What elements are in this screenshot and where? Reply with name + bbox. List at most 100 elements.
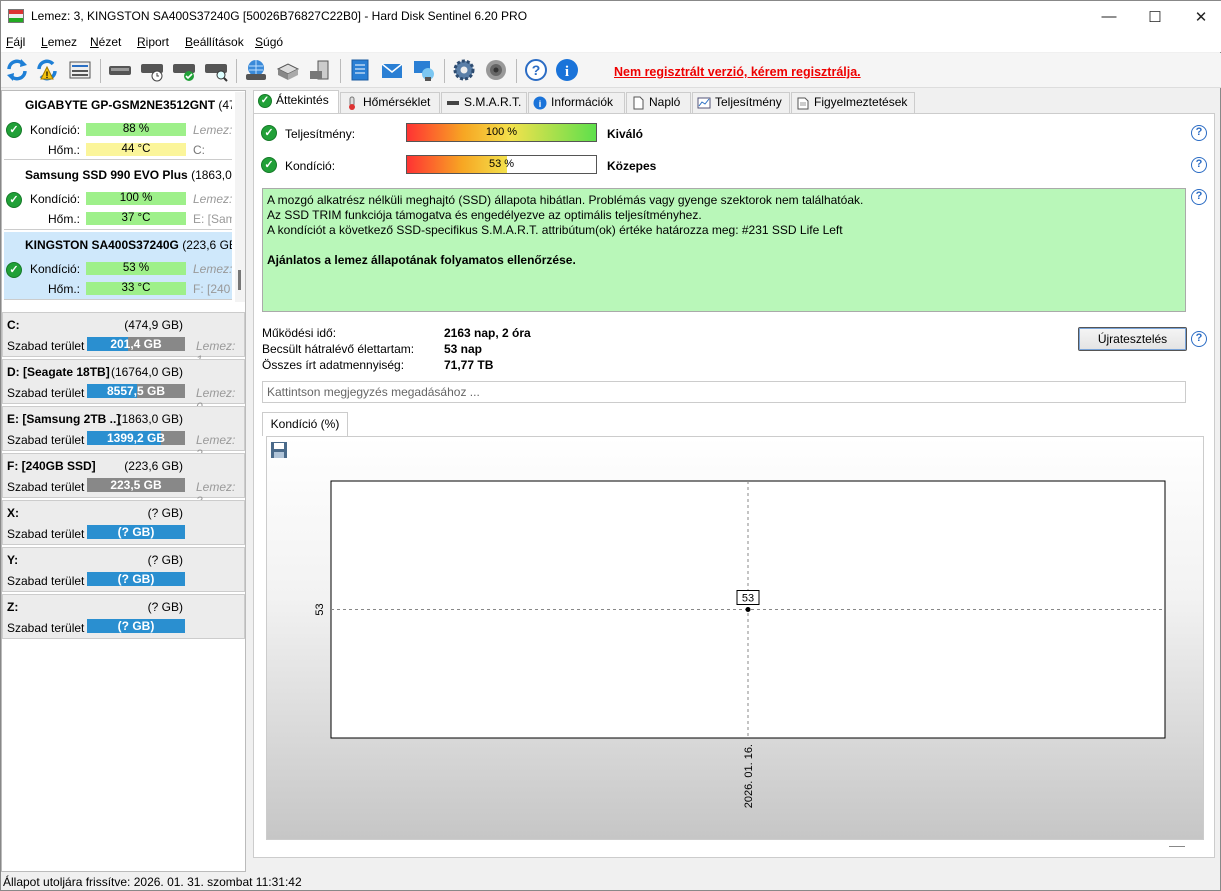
temp-bar: 37 °C (86, 212, 186, 225)
menu-bar: Fájl Lemez Nézet Riport Beállítások Súgó (1, 32, 1221, 52)
tab-temperature[interactable]: Hőmérséklet (340, 92, 440, 113)
condition-bar: 100 % (86, 192, 186, 205)
volume-name: Y: (7, 553, 19, 567)
help-icon[interactable]: ? (1191, 331, 1207, 347)
tab-smart[interactable]: S.M.A.R.T. (441, 92, 527, 113)
tab-overview[interactable]: ✓ Áttekintés (253, 90, 339, 114)
free-space-label: Szabad terület (7, 339, 85, 353)
free-space-bar: 223,5 GB (87, 478, 185, 492)
network-disk-icon[interactable] (275, 57, 301, 83)
condition-label: Kondíció: (30, 262, 81, 276)
menu-report[interactable]: Riport (137, 35, 169, 49)
advice-text: Ajánlatos a lemez állapotának folyamatos… (267, 253, 576, 267)
lifetime-value: 53 nap (444, 342, 483, 356)
ok-check-icon: ✓ (261, 125, 277, 141)
info-icon: i (533, 96, 547, 110)
condition-label: Kondíció: (30, 123, 81, 137)
retest-button[interactable]: Újratesztelés (1078, 327, 1187, 351)
ok-check-icon: ✓ (258, 94, 272, 108)
toolbar: ! ? i Nem regisztrált verzió, kérem regi… (1, 53, 1221, 88)
help-icon[interactable]: ? (1191, 157, 1207, 173)
refresh-warning-icon[interactable]: ! (34, 57, 60, 83)
svg-text:i: i (565, 64, 569, 80)
uptime-value: 2163 nap, 2 óra (444, 326, 531, 340)
document-icon (633, 96, 644, 110)
notepad-icon[interactable] (347, 57, 373, 83)
menu-help[interactable]: Súgó (255, 35, 283, 49)
volume-name: X: (7, 506, 19, 520)
menu-settings[interactable]: Beállítások (185, 35, 244, 49)
disk-ok-icon[interactable] (171, 57, 197, 83)
disk-list-icon[interactable] (67, 57, 93, 83)
status-bar-text: Állapot utoljára frissítve: 2026. 01. 31… (3, 875, 302, 889)
free-space-bar: (? GB) (87, 525, 185, 539)
free-space-label: Szabad terület (7, 386, 85, 400)
condition-chart: 53 53 2026. 01. 16. (314, 480, 1166, 808)
volume-item[interactable]: Z: (? GB) Szabad terület (? GB) (2, 594, 245, 639)
scrollbar-thumb[interactable] (238, 270, 241, 290)
disk-test-icon[interactable] (107, 57, 133, 83)
note-input[interactable]: Kattintson megjegyzés megadásához ... (262, 381, 1186, 403)
disk-list-scrollbar[interactable] (235, 92, 245, 302)
tab-performance[interactable]: Teljesítmény (692, 92, 790, 113)
menu-view[interactable]: Nézet (90, 35, 121, 49)
help-icon[interactable]: ? (1191, 189, 1207, 205)
tab-alerts[interactable]: Figyelmeztetések (791, 92, 915, 113)
maximize-button[interactable]: ☐ (1132, 1, 1178, 32)
tab-log[interactable]: Napló (626, 92, 691, 113)
globe-disk-icon[interactable] (243, 57, 269, 83)
disk-list: GIGABYTE GP-GSM2NE3512GNT (47 ✓ Kondíció… (4, 92, 245, 302)
free-space-label: Szabad terület (7, 621, 85, 635)
menu-file[interactable]: Fájl (6, 35, 25, 49)
volume-item[interactable]: Y: (? GB) Szabad terület (? GB) (2, 547, 245, 592)
info-icon[interactable]: i (554, 57, 580, 83)
refresh-icon[interactable] (4, 57, 30, 83)
disk-item-gigabyte[interactable]: GIGABYTE GP-GSM2NE3512GNT (47 ✓ Kondíció… (4, 92, 232, 160)
volume-item[interactable]: E: [Samsung 2TB ..] (1863,0 GB) Szabad ter… (2, 406, 245, 461)
menu-disk[interactable]: Lemez (41, 35, 77, 49)
volume-size: (1863,0 GB) (117, 412, 183, 426)
volume-size: (? GB) (147, 600, 183, 614)
data-point (745, 607, 751, 612)
app-logo-icon (8, 9, 24, 23)
temp-bar: 33 °C (86, 282, 186, 295)
send-report-icon[interactable] (411, 57, 437, 83)
volume-name: E: [Samsung 2TB ..] (7, 412, 121, 426)
ok-check-icon: ✓ (6, 262, 22, 278)
free-space-bar: (? GB) (87, 572, 185, 586)
volume-item[interactable]: D: [Seagate 18TB] (16764,0 GB) Szabad terü… (2, 359, 245, 414)
free-space-bar: (? GB) (87, 619, 185, 633)
disk-clock-icon[interactable] (139, 57, 165, 83)
minimize-button[interactable]: — (1086, 1, 1132, 32)
close-button[interactable]: ✕ (1178, 1, 1221, 32)
window-title: Lemez: 3, KINGSTON SA400S37240G [50026B7… (31, 9, 528, 23)
email-icon[interactable] (379, 57, 405, 83)
speaker-icon[interactable] (483, 57, 509, 83)
disk-item-kingston[interactable]: KINGSTON SA400S37240G (223,6 GB ✓ Kondíc… (4, 232, 232, 300)
help-icon[interactable]: ? (523, 57, 549, 83)
gear-icon[interactable] (451, 57, 477, 83)
condition-chart-area: 53 53 2026. 01. 16. (266, 436, 1204, 847)
tab-information[interactable]: i Információk (528, 92, 625, 113)
disk-item-samsung[interactable]: Samsung SSD 990 EVO Plus (1863,0 G ✓ Kon… (4, 162, 232, 230)
volume-item[interactable]: F: [240GB SSD] (223,6 GB) Szabad terület 22… (2, 453, 245, 508)
disk-volume-label: E: [Sam (193, 212, 232, 226)
temp-bar: 44 °C (86, 143, 186, 156)
unregistered-link[interactable]: Nem regisztrált verzió, kérem regisztrál… (614, 65, 861, 79)
overview-panel: ✓ Teljesítmény: 100 % Kiváló ? ✓ Kondíci… (253, 113, 1215, 858)
help-icon[interactable]: ? (1191, 125, 1207, 141)
tab-condition-chart[interactable]: Kondíció (%) (262, 412, 348, 436)
server-disk-icon[interactable] (307, 57, 333, 83)
resize-handle[interactable] (1169, 846, 1185, 847)
disk-side-label: Lemez: (193, 192, 232, 206)
left-panel: GIGABYTE GP-GSM2NE3512GNT (47 ✓ Kondíció… (1, 90, 246, 872)
svg-text:!: ! (46, 70, 49, 80)
volume-size: (16764,0 GB) (110, 365, 183, 379)
performance-label: Teljesítmény: (285, 127, 356, 141)
ok-check-icon: ✓ (261, 157, 277, 173)
volume-item[interactable]: C: (474,9 GB) Szabad terület 201,4 GB Lemez:… (2, 312, 245, 367)
condition-bar: 53 % (86, 262, 186, 275)
volume-item[interactable]: X: (? GB) Szabad terület (? GB) (2, 500, 245, 545)
lifetime-label: Becsült hátralévő élettartam: (262, 342, 415, 356)
disk-search-icon[interactable] (203, 57, 229, 83)
